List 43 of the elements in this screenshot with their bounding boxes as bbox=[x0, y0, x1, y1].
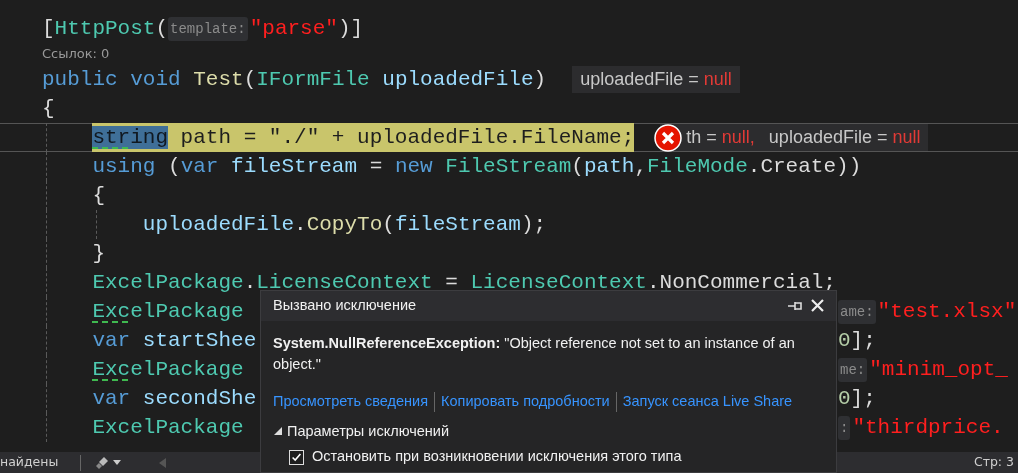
code-text: { bbox=[92, 183, 105, 209]
options-header[interactable]: Параметры исключений bbox=[287, 420, 450, 443]
code-text: "test.xlsx" bbox=[877, 299, 1017, 325]
exception-message: System.NullReferenceException: "Object reference not set to an instance of an object." bbox=[273, 333, 796, 374]
code-text: "minim_opt_ bbox=[869, 357, 1008, 383]
code-text: ExcelPackage bbox=[92, 415, 244, 441]
popup-link[interactable]: Запуск сеанса Live Share bbox=[622, 390, 793, 413]
popup-title: Вызвано исключение bbox=[273, 295, 417, 315]
checkbox-label[interactable]: Остановить при возникновении исключения этого типа bbox=[312, 446, 682, 468]
code-text: uploadedFile.CopyTo(fileStream); bbox=[142, 212, 547, 238]
code-text: public void Test(IFormFile uploadedFile) bbox=[42, 67, 547, 93]
parameter-hint: ame: bbox=[838, 299, 876, 324]
reference-count[interactable]: Ссылок: 0 bbox=[42, 43, 110, 65]
line-number: Стр: 3 bbox=[973, 453, 1014, 472]
parameter-hint: : bbox=[838, 415, 851, 440]
parameter-hint: template: bbox=[168, 16, 248, 41]
brush-icon[interactable] bbox=[95, 455, 110, 470]
pin-icon[interactable] bbox=[787, 299, 803, 312]
expand-triangle-icon[interactable] bbox=[273, 426, 283, 437]
code-text: "parse")] bbox=[249, 16, 364, 42]
parameter-hint: me: bbox=[838, 357, 868, 382]
caret-icon[interactable] bbox=[113, 459, 122, 466]
code-text: ExcelPackage.LicenseContext = LicenseContext.NonCommercial; bbox=[92, 270, 836, 296]
code-text: 0]; bbox=[838, 386, 876, 412]
datatip-value[interactable]: th = null, bbox=[686, 123, 755, 152]
code-text: ExcelPackage bbox=[92, 357, 244, 383]
code-text: "thirdprice. bbox=[852, 415, 1004, 441]
datatip-value[interactable]: uploadedFile = null bbox=[768, 123, 921, 152]
checkbox[interactable] bbox=[289, 449, 304, 465]
code-text: string path = "./" + uploadedFile.FileName; bbox=[92, 123, 635, 152]
code-text: var secondShe bbox=[92, 386, 257, 412]
code-text: { bbox=[42, 96, 55, 122]
code-text: ExcelPackage bbox=[92, 299, 244, 325]
status-text: найдены bbox=[0, 453, 59, 472]
datatip-value[interactable]: uploadedFile = null bbox=[580, 65, 732, 94]
code-text: } bbox=[92, 241, 105, 267]
code-text: [HttpPost( bbox=[42, 16, 169, 42]
close-icon[interactable] bbox=[811, 299, 824, 313]
code-text: 0]; bbox=[838, 328, 876, 354]
code-text: using (var fileStream = new FileStream(path,FileMode.Create)) bbox=[92, 154, 862, 180]
popup-link[interactable]: Копировать подробности bbox=[441, 390, 610, 413]
popup-link[interactable]: Просмотреть сведения bbox=[273, 390, 429, 413]
code-text: var startShee bbox=[92, 328, 257, 354]
